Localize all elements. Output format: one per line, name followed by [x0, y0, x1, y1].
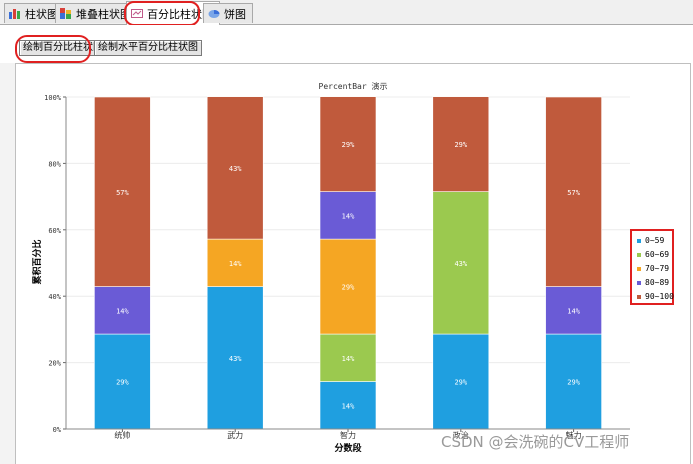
- data-label: 14%: [342, 212, 355, 220]
- data-label: 29%: [567, 379, 580, 387]
- legend-label: 90~100: [645, 292, 674, 301]
- data-label: 14%: [342, 402, 355, 410]
- data-label: 14%: [116, 307, 129, 315]
- chart-bars: 29% 14% 57% 43% 14% 43% 14% 14% 29% 14% 29% 29% 43% 2…: [94, 96, 602, 430]
- data-label: 43%: [454, 260, 467, 268]
- legend-label: 80~89: [645, 278, 670, 287]
- data-label: 29%: [116, 379, 129, 387]
- y-tick-label: 100%: [44, 94, 62, 102]
- data-label: 43%: [229, 355, 242, 363]
- y-tick-label: 60%: [48, 227, 61, 235]
- chart-title: PercentBar 演示: [319, 81, 388, 91]
- y-tick-label: 20%: [48, 360, 61, 368]
- y-axis-label: 累积百分比: [31, 239, 43, 284]
- legend-label: 70~79: [645, 264, 670, 273]
- legend-item: 60~69: [637, 250, 669, 259]
- x-tick-label: 统帅: [114, 430, 130, 440]
- legend-swatch: [637, 238, 641, 243]
- y-tick-label: 40%: [48, 293, 61, 301]
- legend-swatch: [637, 266, 641, 271]
- data-label: 29%: [454, 141, 467, 149]
- data-label: 43%: [229, 165, 242, 173]
- y-tick-label: 80%: [48, 160, 61, 168]
- legend-swatch: [637, 280, 641, 285]
- chart-legend: 0~59 60~69 70~79 80~89 90~100: [630, 229, 674, 305]
- data-label: 57%: [567, 189, 580, 197]
- x-tick-label: 武力: [227, 430, 243, 440]
- data-label: 14%: [567, 307, 580, 315]
- y-tick-label: 0%: [53, 426, 62, 434]
- legend-swatch: [637, 252, 641, 257]
- data-label: 14%: [342, 355, 355, 363]
- data-label: 29%: [454, 379, 467, 387]
- legend-item: 70~79: [637, 264, 669, 273]
- percent-bar-chart: PercentBar 演示 29%14%57%43%14%43%14%14%29…: [31, 81, 630, 454]
- legend-swatch: [637, 294, 641, 299]
- data-label: 14%: [229, 260, 242, 268]
- x-axis-label: 分数段: [334, 442, 362, 454]
- legend-item: 80~89: [637, 278, 669, 287]
- legend-label: 60~69: [645, 250, 670, 259]
- data-label: 57%: [116, 189, 129, 197]
- legend-label: 0~59: [645, 236, 665, 245]
- data-label: 29%: [342, 284, 355, 292]
- legend-item: 90~100: [637, 292, 674, 301]
- x-tick-label: 智力: [340, 430, 356, 440]
- watermark: CSDN @会洗碗的CV工程师: [441, 433, 630, 451]
- data-label: 29%: [342, 141, 355, 149]
- legend-item: 0~59: [637, 236, 664, 245]
